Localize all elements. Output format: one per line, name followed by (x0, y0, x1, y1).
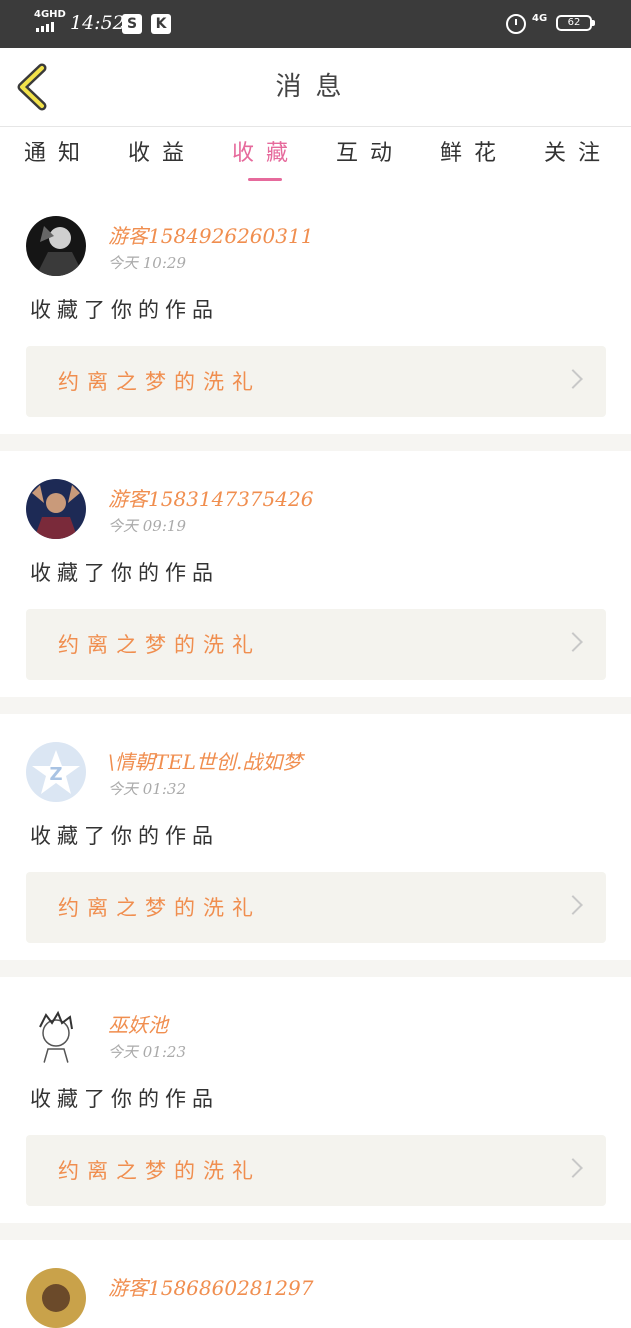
status-bar: 4GHD 14:52 S K 4G 62 (0, 0, 631, 48)
clock: 14:52 (70, 12, 125, 34)
action-text: 收藏了你的作品 (30, 561, 219, 585)
action-text: 收藏了你的作品 (30, 824, 219, 848)
tab-bar: 通知 收益 收藏 互动 鲜花 关注 (0, 127, 631, 187)
tab-follow[interactable]: 关注 (526, 135, 630, 167)
alarm-icon (506, 14, 526, 34)
notification-card: 游客1583147375426 今天 09:19 收藏了你的作品 约离之梦的洗礼 (0, 451, 631, 697)
work-link[interactable]: 约离之梦的洗礼 (26, 609, 606, 680)
page-title: 消息 (275, 72, 356, 102)
divider (0, 434, 631, 451)
avatar[interactable] (26, 1268, 86, 1328)
battery-icon: 62 (556, 15, 595, 31)
work-title: 约离之梦的洗礼 (58, 1159, 261, 1183)
chevron-right-icon (563, 369, 583, 389)
work-title: 约离之梦的洗礼 (58, 896, 261, 920)
app-header: 消息 (0, 48, 631, 127)
avatar[interactable] (26, 1005, 86, 1065)
username[interactable]: \情朝TEL世创.战如梦 (108, 746, 302, 775)
tab-favorites[interactable]: 收藏 (214, 135, 318, 167)
username[interactable]: 游客1583147375426 (108, 483, 313, 512)
divider (0, 697, 631, 714)
notification-card: Z \情朝TEL世创.战如梦 今天 01:32 收藏了你的作品 约离之梦的洗礼 (0, 714, 631, 960)
avatar[interactable] (26, 479, 86, 539)
tab-flowers[interactable]: 鲜花 (422, 135, 526, 167)
tab-earnings[interactable]: 收益 (110, 135, 214, 167)
action-text: 收藏了你的作品 (30, 1087, 219, 1111)
work-link[interactable]: 约离之梦的洗礼 (26, 346, 606, 417)
app-k-icon: K (151, 14, 171, 34)
username[interactable]: 游客1584926260311 (108, 220, 313, 249)
tab-notice[interactable]: 通知 (6, 135, 110, 167)
work-link[interactable]: 约离之梦的洗礼 (26, 872, 606, 943)
work-title: 约离之梦的洗礼 (58, 370, 261, 394)
timestamp: 今天 01:32 (108, 780, 186, 798)
avatar[interactable] (26, 216, 86, 276)
network-type: 4GHD (34, 9, 66, 20)
divider (0, 1223, 631, 1240)
chevron-right-icon (563, 632, 583, 652)
active-tab-indicator (248, 178, 282, 181)
action-text: 收藏了你的作品 (30, 298, 219, 322)
chevron-right-icon (563, 895, 583, 915)
cell-type: 4G (532, 13, 548, 24)
svg-text:Z: Z (49, 764, 62, 785)
app-s-icon: S (122, 14, 142, 34)
username[interactable]: 游客1586860281297 (108, 1272, 313, 1301)
avatar[interactable]: Z (26, 742, 86, 802)
chevron-right-icon (563, 1158, 583, 1178)
work-link[interactable]: 约离之梦的洗礼 (26, 1135, 606, 1206)
notification-card: 游客1584926260311 今天 10:29 收藏了你的作品 约离之梦的洗礼 (0, 188, 631, 434)
timestamp: 今天 09:19 (108, 517, 186, 535)
username[interactable]: 巫妖池 (108, 1009, 168, 1038)
divider (0, 960, 631, 977)
work-title: 约离之梦的洗礼 (58, 633, 261, 657)
timestamp: 今天 01:23 (108, 1043, 186, 1061)
tab-interaction[interactable]: 互动 (318, 135, 422, 167)
notification-list: 游客1584926260311 今天 10:29 收藏了你的作品 约离之梦的洗礼… (0, 188, 631, 1328)
signal-icon (36, 22, 54, 32)
timestamp: 今天 10:29 (108, 254, 186, 272)
notification-card: 游客1586860281297 (0, 1240, 631, 1328)
notification-card: 巫妖池 今天 01:23 收藏了你的作品 约离之梦的洗礼 (0, 977, 631, 1223)
